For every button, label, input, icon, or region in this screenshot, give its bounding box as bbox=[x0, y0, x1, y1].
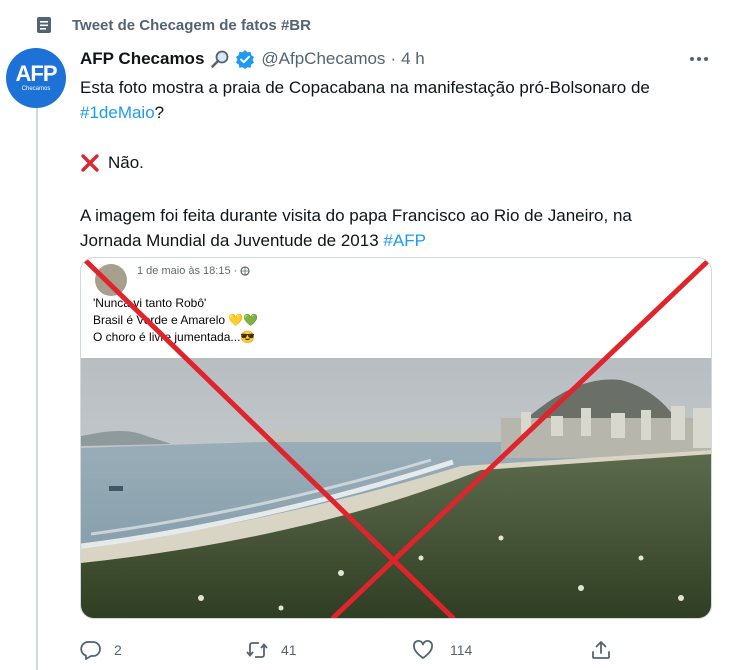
share-action[interactable] bbox=[590, 638, 612, 662]
reply-action[interactable]: 2 bbox=[80, 638, 122, 662]
avatar-logo: AFP bbox=[15, 61, 58, 86]
document-icon bbox=[36, 16, 52, 39]
tweet-text-line-3: A imagem foi feita durante visita do pap… bbox=[80, 206, 632, 225]
avatar-subtitle: Checamos bbox=[21, 86, 51, 92]
retweet-action[interactable]: 41 bbox=[245, 638, 297, 662]
avatar[interactable]: AFP Checamos bbox=[6, 48, 66, 108]
like-count: 114 bbox=[450, 642, 473, 658]
tweet-text-line-1: Esta foto mostra a praia de Copacabana n… bbox=[80, 78, 650, 97]
tweet-text-line-2: #1deMaio? bbox=[80, 101, 164, 125]
tweet-text-line-4: Jornada Mundial da Juventude de 2013 #AF… bbox=[80, 229, 426, 253]
like-icon bbox=[412, 639, 434, 661]
verdict-text: Não. bbox=[108, 153, 144, 172]
media-image[interactable]: 1 de maio às 18:15 · 'Nunca vi tanto Rob… bbox=[80, 257, 712, 619]
social-context-label: Tweet de Checagem de fatos #BR bbox=[72, 16, 311, 34]
retweet-icon bbox=[245, 639, 269, 661]
separator-dot: · bbox=[390, 49, 397, 68]
tweet-time[interactable]: 4 h bbox=[401, 49, 425, 69]
social-context[interactable]: Tweet de Checagem de fatos #BR bbox=[37, 14, 311, 36]
hashtag-link[interactable]: #AFP bbox=[383, 231, 426, 250]
author-handle[interactable]: @AfpChecamos bbox=[261, 49, 385, 69]
tweet-header: AFP Checamos @AfpChecamos · 4 h bbox=[80, 47, 425, 71]
hashtag-link[interactable]: #1deMaio bbox=[80, 103, 155, 122]
tweet-text-line-4-text: Jornada Mundial da Juventude de 2013 bbox=[80, 231, 379, 250]
tweet-text-tail: ? bbox=[154, 103, 165, 122]
like-action[interactable]: 114 bbox=[412, 638, 472, 662]
reply-count: 2 bbox=[114, 642, 122, 658]
reply-icon bbox=[80, 639, 102, 661]
thread-line bbox=[36, 104, 38, 670]
red-x-mark bbox=[82, 258, 711, 618]
search-icon bbox=[210, 49, 230, 69]
retweet-count: 41 bbox=[281, 642, 297, 658]
cross-icon bbox=[80, 153, 100, 173]
verified-icon bbox=[235, 49, 255, 69]
verdict-line: Não. bbox=[80, 151, 144, 175]
share-icon bbox=[590, 639, 612, 661]
author-name[interactable]: AFP Checamos bbox=[80, 49, 204, 69]
more-icon[interactable] bbox=[688, 48, 710, 75]
